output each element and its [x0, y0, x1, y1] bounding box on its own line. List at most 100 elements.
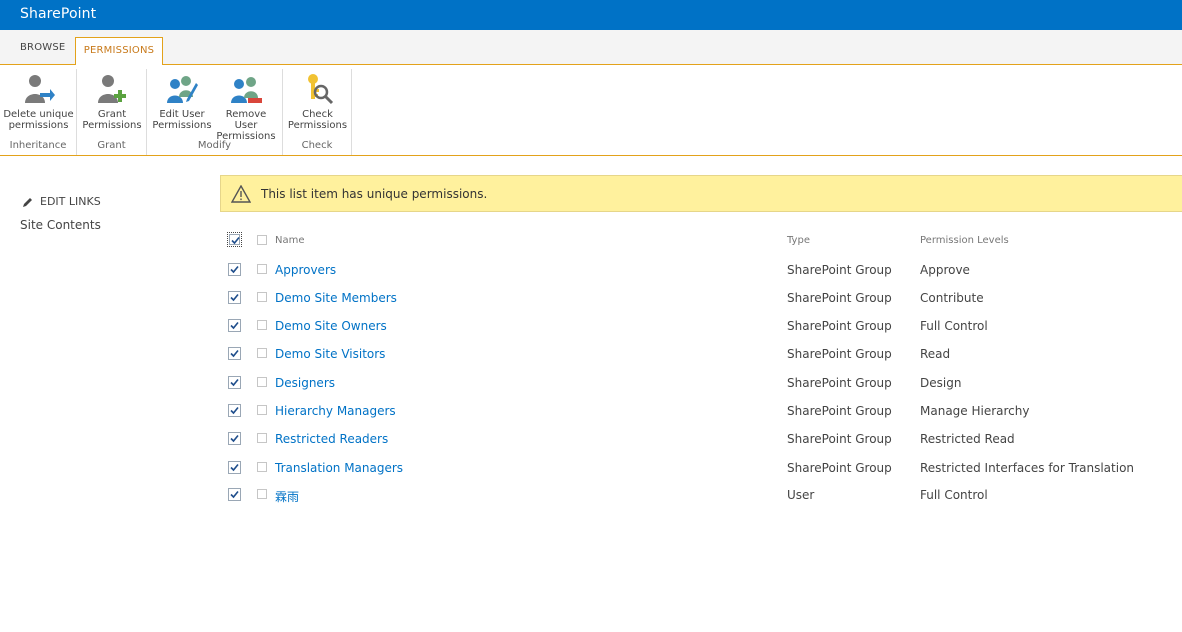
- tab-browse[interactable]: BROWSE: [20, 42, 65, 53]
- column-header-name[interactable]: Name: [275, 235, 305, 246]
- grant-permissions-button[interactable]: Grant Permissions: [77, 73, 147, 131]
- row-select-box[interactable]: [257, 377, 267, 387]
- row-name-link[interactable]: Approvers: [275, 263, 336, 277]
- checkmark-icon: [231, 236, 240, 245]
- grant-permissions-label-1: Grant: [97, 109, 127, 120]
- delete-unique-permissions-icon: [24, 75, 55, 103]
- checkmark-icon: [230, 490, 239, 499]
- checkmark-icon: [230, 463, 239, 472]
- row-permission-level: Manage Hierarchy: [920, 404, 1030, 418]
- row-name-link[interactable]: Restricted Readers: [275, 432, 388, 446]
- table-row: Demo Site Owners SharePoint Group Full C…: [220, 315, 1182, 339]
- row-select-box[interactable]: [257, 462, 267, 472]
- select-all-rows-box[interactable]: [257, 235, 267, 245]
- table-row: Hierarchy Managers SharePoint Group Mana…: [220, 400, 1182, 424]
- row-select-box[interactable]: [257, 320, 267, 330]
- row-checkbox[interactable]: [228, 376, 241, 389]
- ribbon-group-inheritance: Delete unique permissions Inheritance: [0, 69, 77, 155]
- table-header-row: Name Type Permission Levels: [220, 230, 1182, 254]
- ribbon: Delete unique permissions Inheritance Gr…: [0, 65, 1182, 156]
- pencil-icon: [23, 197, 32, 207]
- table-row: Translation Managers SharePoint Group Re…: [220, 457, 1182, 481]
- group-label-check: Check: [301, 140, 333, 151]
- row-name-link[interactable]: Designers: [275, 376, 335, 390]
- nav-site-contents[interactable]: Site Contents: [20, 218, 101, 232]
- suite-bar: SharePoint: [0, 0, 1182, 30]
- edit-links-label: EDIT LINKS: [40, 195, 101, 208]
- checkmark-icon: [230, 378, 239, 387]
- delete-unique-permissions-label-1: Delete unique: [3, 109, 74, 120]
- ribbon-group-grant: Grant Permissions Grant: [77, 69, 147, 155]
- column-header-permission-levels[interactable]: Permission Levels: [920, 235, 1009, 246]
- row-select-box[interactable]: [257, 292, 267, 302]
- table-row: Demo Site Visitors SharePoint Group Read: [220, 343, 1182, 367]
- row-type: SharePoint Group: [787, 263, 892, 277]
- row-type: SharePoint Group: [787, 404, 892, 418]
- row-select-box[interactable]: [257, 264, 267, 274]
- grant-permissions-label-2: Permissions: [82, 120, 142, 131]
- row-select-box[interactable]: [257, 348, 267, 358]
- row-checkbox[interactable]: [228, 461, 241, 474]
- row-checkbox[interactable]: [228, 347, 241, 360]
- remove-user-permissions-label-1: Remove User: [225, 109, 267, 131]
- column-header-type[interactable]: Type: [787, 235, 810, 246]
- table-row: Demo Site Members SharePoint Group Contr…: [220, 287, 1182, 311]
- table-row: 霖雨 User Full Control: [220, 484, 1182, 508]
- checkmark-icon: [230, 434, 239, 443]
- grant-permissions-icon: [98, 75, 126, 103]
- ribbon-group-check: Check Permissions Check: [283, 69, 352, 155]
- ribbon-tab-row: BROWSE PERMISSIONS: [0, 30, 1182, 66]
- remove-user-permissions-button[interactable]: Remove User Permissions: [213, 73, 279, 142]
- check-permissions-icon: [307, 74, 333, 105]
- row-permission-level: Approve: [920, 263, 970, 277]
- row-permission-level: Read: [920, 347, 951, 361]
- row-select-box[interactable]: [257, 489, 267, 499]
- table-row: Approvers SharePoint Group Approve: [220, 259, 1182, 283]
- row-checkbox[interactable]: [228, 291, 241, 304]
- row-name-link[interactable]: Demo Site Visitors: [275, 347, 385, 361]
- row-checkbox[interactable]: [228, 263, 241, 276]
- warning-icon: [231, 185, 251, 203]
- tab-permissions[interactable]: PERMISSIONS: [75, 37, 163, 66]
- delete-unique-permissions-button[interactable]: Delete unique permissions: [0, 73, 77, 131]
- row-checkbox[interactable]: [228, 488, 241, 501]
- edit-links-button[interactable]: EDIT LINKS: [22, 195, 101, 208]
- row-checkbox[interactable]: [228, 404, 241, 417]
- row-checkbox[interactable]: [228, 319, 241, 332]
- table-row: Restricted Readers SharePoint Group Rest…: [220, 428, 1182, 452]
- brand-title[interactable]: SharePoint: [20, 6, 96, 22]
- row-name-link[interactable]: Translation Managers: [275, 461, 403, 475]
- checkmark-icon: [230, 321, 239, 330]
- row-checkbox[interactable]: [228, 432, 241, 445]
- row-name-link[interactable]: 霖雨: [275, 488, 299, 505]
- row-type: SharePoint Group: [787, 461, 892, 475]
- checkmark-icon: [230, 406, 239, 415]
- row-permission-level: Design: [920, 376, 962, 390]
- row-type: SharePoint Group: [787, 376, 892, 390]
- row-type: SharePoint Group: [787, 432, 892, 446]
- row-permission-level: Full Control: [920, 319, 988, 333]
- row-name-link[interactable]: Demo Site Members: [275, 291, 397, 305]
- edit-user-permissions-icon: [167, 76, 198, 103]
- group-label-modify: Modify: [197, 140, 232, 151]
- row-permission-level: Contribute: [920, 291, 984, 305]
- row-permission-level: Restricted Read: [920, 432, 1015, 446]
- edit-user-permissions-label-1: Edit User: [159, 109, 205, 120]
- alert-text: This list item has unique permissions.: [261, 187, 488, 201]
- row-permission-level: Full Control: [920, 488, 988, 502]
- row-select-box[interactable]: [257, 405, 267, 415]
- check-permissions-button[interactable]: Check Permissions: [283, 73, 352, 131]
- edit-user-permissions-button[interactable]: Edit User Permissions: [151, 73, 213, 131]
- group-label-grant: Grant: [97, 140, 126, 151]
- table-row: Designers SharePoint Group Design: [220, 372, 1182, 396]
- check-permissions-label-1: Check: [302, 109, 333, 120]
- select-all-checkbox[interactable]: [227, 232, 242, 247]
- unique-permissions-alert: This list item has unique permissions.: [220, 175, 1182, 212]
- remove-user-permissions-icon: [231, 77, 262, 103]
- row-select-box[interactable]: [257, 433, 267, 443]
- row-name-link[interactable]: Hierarchy Managers: [275, 404, 396, 418]
- checkmark-icon: [230, 349, 239, 358]
- delete-unique-permissions-label-2: permissions: [8, 120, 69, 131]
- row-name-link[interactable]: Demo Site Owners: [275, 319, 387, 333]
- checkmark-icon: [230, 293, 239, 302]
